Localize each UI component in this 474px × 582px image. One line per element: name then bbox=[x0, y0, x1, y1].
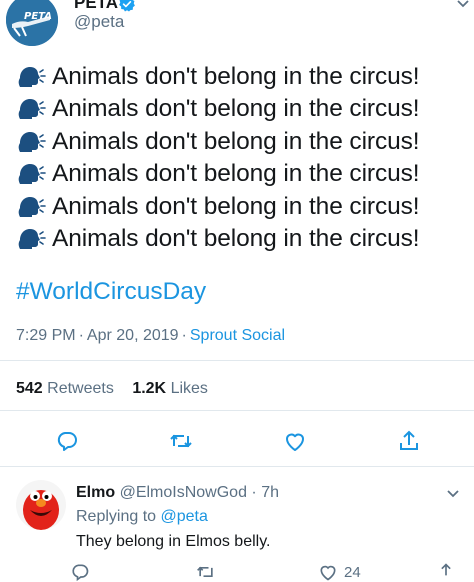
reply-icon bbox=[72, 564, 89, 582]
retweets-stat[interactable]: 542 Retweets bbox=[16, 380, 114, 397]
tweet-line: Animals don't belong in the circus! bbox=[16, 223, 420, 256]
divider bbox=[0, 466, 474, 467]
tweet-line-text: Animals don't belong in the circus! bbox=[52, 160, 420, 187]
tweet-line: Animals don't belong in the circus! bbox=[16, 190, 420, 223]
replying-to: Replying to @peta bbox=[76, 508, 208, 526]
tweet-timestamp: 7:29 PM · Apr 20, 2019 · Sprout Social bbox=[16, 327, 286, 344]
like-button[interactable] bbox=[282, 428, 308, 454]
reply-text: They belong in Elmos belly. bbox=[76, 533, 271, 550]
reply-share-button[interactable] bbox=[436, 562, 456, 582]
elmo-avatar-image bbox=[16, 480, 66, 530]
hashtag-link[interactable]: #WorldCircusDay bbox=[16, 278, 206, 306]
share-icon bbox=[441, 563, 451, 576]
share-button[interactable] bbox=[396, 428, 422, 454]
heart-icon bbox=[320, 565, 336, 581]
replying-to-mention[interactable]: @peta bbox=[161, 508, 208, 525]
retweets-count: 542 bbox=[16, 380, 43, 397]
reply-like-count: 24 bbox=[344, 563, 361, 581]
share-icon bbox=[400, 430, 418, 450]
avatar-logo-text: PETA bbox=[24, 11, 52, 22]
speaking-head-icon bbox=[18, 164, 46, 184]
likes-stat[interactable]: 1.2K Likes bbox=[132, 380, 208, 397]
reply-reply-button[interactable] bbox=[70, 562, 90, 582]
reply-icon bbox=[57, 432, 77, 451]
retweet-icon bbox=[197, 566, 213, 577]
chevron-down-icon[interactable] bbox=[456, 0, 470, 14]
heart-icon bbox=[286, 433, 304, 451]
replying-to-prefix: Replying to bbox=[76, 508, 157, 525]
tweet-line-text: Animals don't belong in the circus! bbox=[52, 225, 420, 252]
divider bbox=[0, 410, 474, 411]
reply-author-name[interactable]: Elmo bbox=[76, 484, 115, 501]
tweet-line: Animals don't belong in the circus! bbox=[16, 93, 420, 126]
tweet-line: Animals don't belong in the circus! bbox=[16, 60, 420, 93]
divider bbox=[0, 360, 474, 361]
reply-button[interactable] bbox=[54, 428, 80, 454]
speaking-head-icon bbox=[18, 196, 46, 217]
tweet-line-text: Animals don't belong in the circus! bbox=[52, 95, 420, 122]
reply-author: Elmo @ElmoIsNowGod · 7h bbox=[76, 484, 279, 501]
chevron-down-icon[interactable] bbox=[446, 486, 460, 504]
likes-count: 1.2K bbox=[132, 380, 167, 397]
elmo-avatar[interactable] bbox=[16, 480, 66, 530]
reply-retweet-button[interactable] bbox=[196, 562, 216, 582]
author-handle[interactable]: @peta bbox=[74, 12, 124, 32]
retweet-button[interactable] bbox=[168, 428, 194, 454]
speaking-head-icon bbox=[18, 131, 46, 152]
retweet-icon bbox=[170, 434, 192, 448]
tweet-line-text: Animals don't belong in the circus! bbox=[52, 127, 420, 155]
tweet-line: Animals don't belong in the circus! bbox=[16, 125, 420, 158]
peta-logo-icon bbox=[6, 0, 58, 46]
tweet-source-link[interactable]: Sprout Social bbox=[190, 327, 285, 344]
reply-like-button[interactable]: 24 bbox=[318, 562, 361, 582]
tweet-line-text: Animals don't belong in the circus! bbox=[52, 192, 420, 220]
speaking-head-icon bbox=[18, 66, 46, 87]
retweets-label: Retweets bbox=[47, 380, 114, 397]
tweet-stats: 542 Retweets 1.2K Likes bbox=[16, 380, 208, 398]
speaking-head-icon bbox=[18, 229, 46, 249]
peta-avatar[interactable] bbox=[6, 0, 58, 46]
tweet-time[interactable]: 7:29 PM bbox=[16, 327, 76, 344]
speaking-head-icon bbox=[18, 99, 46, 119]
reply-age[interactable]: 7h bbox=[261, 484, 279, 501]
likes-label: Likes bbox=[170, 380, 208, 397]
tweet-date[interactable]: Apr 20, 2019 bbox=[87, 327, 179, 344]
tweet-line-text: Animals don't belong in the circus! bbox=[52, 62, 420, 90]
tweet-line: Animals don't belong in the circus! bbox=[16, 158, 420, 191]
reply-author-handle[interactable]: @ElmoIsNowGod bbox=[120, 484, 247, 501]
